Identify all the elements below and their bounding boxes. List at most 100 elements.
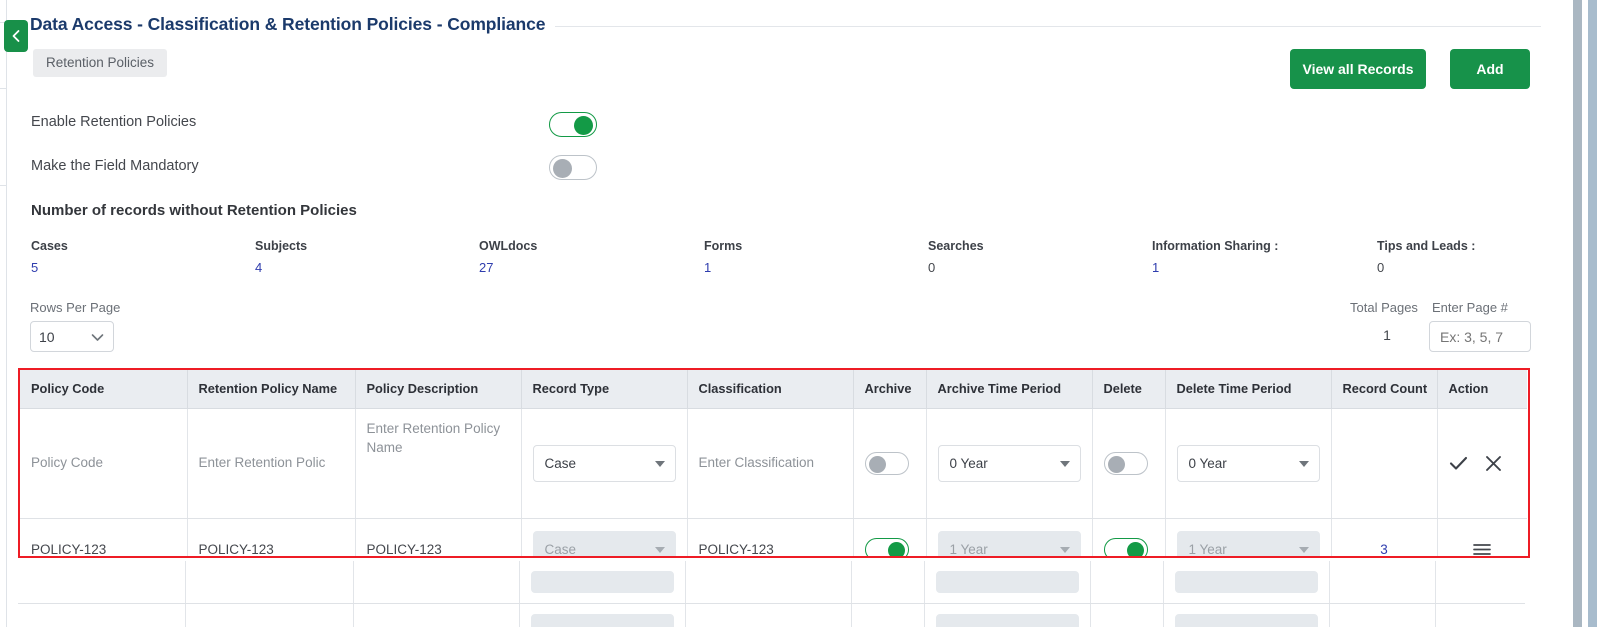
cell-retention-policy-name (185, 603, 354, 627)
inner-scrollbar-thumb[interactable] (1573, 0, 1582, 627)
stat-value[interactable]: 27 (479, 260, 537, 275)
cell-policy-code: Policy Code (20, 408, 188, 519)
table-row-partial (18, 603, 1525, 627)
column-header-action[interactable]: Action (1437, 370, 1527, 409)
stat-value[interactable]: 5 (31, 260, 68, 275)
column-header-delete[interactable]: Delete (1092, 370, 1166, 409)
archive-time-period-select (935, 571, 1079, 593)
back-button[interactable] (4, 20, 28, 52)
toggle-knob (1107, 455, 1125, 473)
hamburger-menu-icon[interactable] (1449, 542, 1517, 557)
delete-time-period-select (1174, 571, 1318, 593)
cell-delete (1090, 561, 1164, 604)
stat-label: Cases (31, 239, 68, 253)
enable-retention-policies-toggle[interactable] (549, 112, 597, 137)
rows-per-page-value: 10 (39, 328, 55, 345)
cell-action (1435, 603, 1525, 627)
column-header-classification[interactable]: Classification (687, 370, 854, 409)
chevron-left-icon (10, 29, 22, 43)
policy-description-value: POLICY-123 (366, 541, 442, 557)
delete-toggle[interactable] (1103, 451, 1148, 475)
archive-toggle[interactable] (864, 537, 909, 556)
policy-description-input[interactable]: Enter Retention Policy Name (367, 419, 510, 458)
cell-policy-code (18, 561, 186, 604)
record-count-link[interactable]: 3 (1343, 542, 1426, 557)
cell-archive-time-period (924, 603, 1091, 627)
cell-archive (853, 408, 927, 519)
cell-delete (1092, 408, 1166, 519)
stat-value[interactable]: 1 (704, 260, 742, 275)
retention-policies-table: Policy Code Retention Policy Name Policy… (18, 368, 1530, 558)
stat-label: OWLdocs (479, 239, 538, 253)
cell-policy-code (18, 603, 186, 627)
enter-page-input[interactable] (1429, 321, 1531, 352)
rows-per-page-label: Rows Per Page (30, 300, 121, 315)
cell-classification (685, 561, 852, 604)
column-header-archive-time-period[interactable]: Archive Time Period (926, 370, 1093, 409)
archive-time-period-select: 1 Year (937, 530, 1081, 557)
column-header-delete-time-period[interactable]: Delete Time Period (1165, 370, 1332, 409)
toggle-knob (868, 455, 886, 473)
delete-time-period-value: 1 Year (1188, 541, 1227, 557)
cell-classification (685, 603, 852, 627)
stat-value[interactable]: 4 (255, 260, 307, 275)
retention-policy-name-input[interactable]: Enter Retention Polic (199, 453, 344, 473)
policy-code-input[interactable]: Policy Code (31, 453, 176, 473)
total-pages-label: Total Pages (1350, 300, 1418, 315)
delete-toggle[interactable] (1103, 537, 1148, 556)
cell-record-count (1329, 561, 1436, 604)
column-header-retention-policy-name[interactable]: Retention Policy Name (187, 370, 356, 409)
cell-action (1437, 518, 1527, 557)
title-divider (555, 26, 1541, 27)
stat-value[interactable]: 1 (1152, 260, 1278, 275)
cell-policy-description (353, 561, 520, 604)
stat-label: Information Sharing : (1152, 239, 1279, 253)
delete-time-period-select[interactable]: 0 Year (1176, 444, 1320, 482)
column-header-record-count[interactable]: Record Count (1331, 370, 1438, 409)
caret-down-icon (1298, 461, 1309, 467)
toggle-knob (887, 541, 905, 556)
column-header-archive[interactable]: Archive (853, 370, 927, 409)
view-all-records-button[interactable]: View all Records (1290, 49, 1426, 89)
left-rail (0, 0, 7, 627)
page-scrollbar-thumb[interactable] (1588, 0, 1597, 627)
archive-time-period-select[interactable]: 0 Year (937, 444, 1081, 482)
stat-label: Tips and Leads : (1377, 239, 1476, 253)
record-type-select (530, 571, 674, 593)
caret-down-icon (1059, 547, 1070, 553)
cell-policy-description: POLICY-123 (355, 518, 522, 557)
cell-archive (851, 603, 925, 627)
retention-policies-page: Data Access - Classification & Retention… (0, 0, 1599, 627)
cell-archive-time-period (924, 561, 1091, 604)
inner-scrollbar[interactable] (1570, 0, 1584, 627)
make-field-mandatory-toggle[interactable] (549, 155, 597, 180)
stat-cases: Cases 5 (31, 239, 68, 275)
column-header-policy-code[interactable]: Policy Code (20, 370, 188, 409)
column-header-record-type[interactable]: Record Type (521, 370, 688, 409)
classification-input[interactable]: Enter Classification (699, 453, 842, 473)
cell-record-type (519, 561, 686, 604)
enable-retention-policies-label: Enable Retention Policies (31, 114, 197, 130)
archive-toggle[interactable] (864, 451, 909, 475)
column-header-policy-description[interactable]: Policy Description (355, 370, 522, 409)
add-button[interactable]: Add (1450, 49, 1530, 89)
cell-archive-time-period: 0 Year (926, 408, 1093, 519)
cell-classification: POLICY-123 (687, 518, 854, 556)
policy-code-value: POLICY-123 (31, 541, 107, 557)
tab-retention-policies[interactable]: Retention Policies (33, 49, 168, 77)
table-header-row: Policy Code Retention Policy Name Policy… (20, 370, 1527, 409)
archive-time-period-value: 1 Year (949, 541, 988, 557)
record-type-select[interactable]: Case (532, 444, 676, 482)
archive-time-period-value: 0 Year (949, 455, 988, 471)
close-icon[interactable] (1484, 454, 1503, 473)
cell-record-count (1329, 603, 1436, 627)
cell-classification: Enter Classification (687, 408, 854, 519)
cell-policy-code: POLICY-123 (20, 518, 188, 557)
rows-per-page-select[interactable]: 10 (30, 321, 114, 352)
check-icon[interactable] (1449, 455, 1468, 471)
cell-record-type: Case (521, 408, 688, 519)
enter-page-label: Enter Page # (1432, 300, 1508, 315)
toggle-knob (553, 159, 572, 178)
cell-record-type: Case (521, 518, 688, 556)
page-scrollbar[interactable] (1586, 0, 1599, 627)
